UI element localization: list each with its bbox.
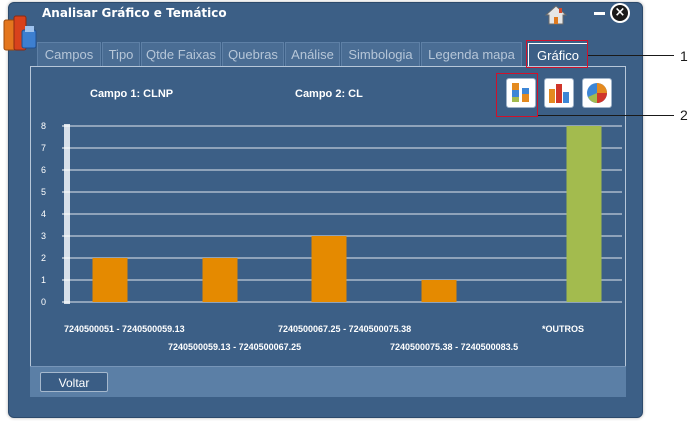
x-tick-label: 7240500059.13 - 7240500067.25 (168, 342, 302, 352)
campo-1-label: Campo 1: CLNP (90, 88, 174, 100)
pie-chart-button[interactable] (582, 78, 612, 108)
window-title: Analisar Gráfico e Temático (42, 6, 227, 20)
bar-chart-icon (549, 84, 569, 103)
campo-2-label: Campo 2: CL (295, 88, 363, 100)
home-icon[interactable] (545, 5, 567, 25)
y-tick-label: 7 (41, 143, 46, 153)
x-tick-label: 7240500051 - 7240500059.13 (64, 324, 185, 334)
close-button[interactable]: × (610, 3, 630, 23)
tab-tipo[interactable]: Tipo (102, 42, 140, 66)
y-tick-label: 6 (41, 165, 46, 175)
minimize-icon[interactable] (594, 12, 605, 15)
bar-4[interactable] (421, 280, 457, 302)
tab-quebras[interactable]: Quebras (222, 42, 284, 66)
tab-analise[interactable]: Análise (285, 42, 340, 66)
callout-number-1: 1 (680, 48, 688, 64)
x-tick-label: 7240500075.38 - 7240500083.5 (390, 342, 519, 352)
x-tick-label: *OUTROS (542, 324, 585, 334)
x-tick-label: 7240500067.25 - 7240500075.38 (278, 324, 412, 334)
y-tick-label: 3 (41, 231, 46, 241)
tab-simbologia[interactable]: Simbologia (341, 42, 420, 66)
y-tick-label: 1 (41, 275, 46, 285)
y-tick-label: 8 (41, 121, 46, 131)
tab-qtde-faixas[interactable]: Qtde Faixas (141, 42, 221, 66)
bar-2[interactable] (202, 258, 238, 302)
callout-box-2 (496, 73, 538, 117)
bar-3[interactable] (311, 236, 347, 302)
y-tick-label: 2 (41, 253, 46, 263)
bar-chart-button[interactable] (544, 78, 574, 108)
callout-box-1 (526, 40, 588, 68)
footer-bar (30, 366, 626, 397)
tab-campos[interactable]: Campos (37, 42, 101, 66)
bar-1[interactable] (92, 258, 128, 302)
callout-line-2 (538, 115, 674, 116)
y-tick-label: 0 (41, 297, 46, 307)
pie-chart-icon (587, 83, 607, 103)
app-icon (3, 15, 37, 51)
y-tick-label: 4 (41, 209, 46, 219)
bar-chart: 0 1 2 3 4 5 6 7 8 (41, 121, 622, 307)
bar-5[interactable] (566, 126, 602, 302)
voltar-button[interactable]: Voltar (40, 372, 108, 392)
tab-legenda-mapa[interactable]: Legenda mapa (421, 42, 522, 66)
close-icon: × (614, 5, 626, 20)
callout-line-1 (588, 55, 674, 56)
callout-number-2: 2 (680, 107, 688, 123)
y-tick-label: 5 (41, 187, 46, 197)
